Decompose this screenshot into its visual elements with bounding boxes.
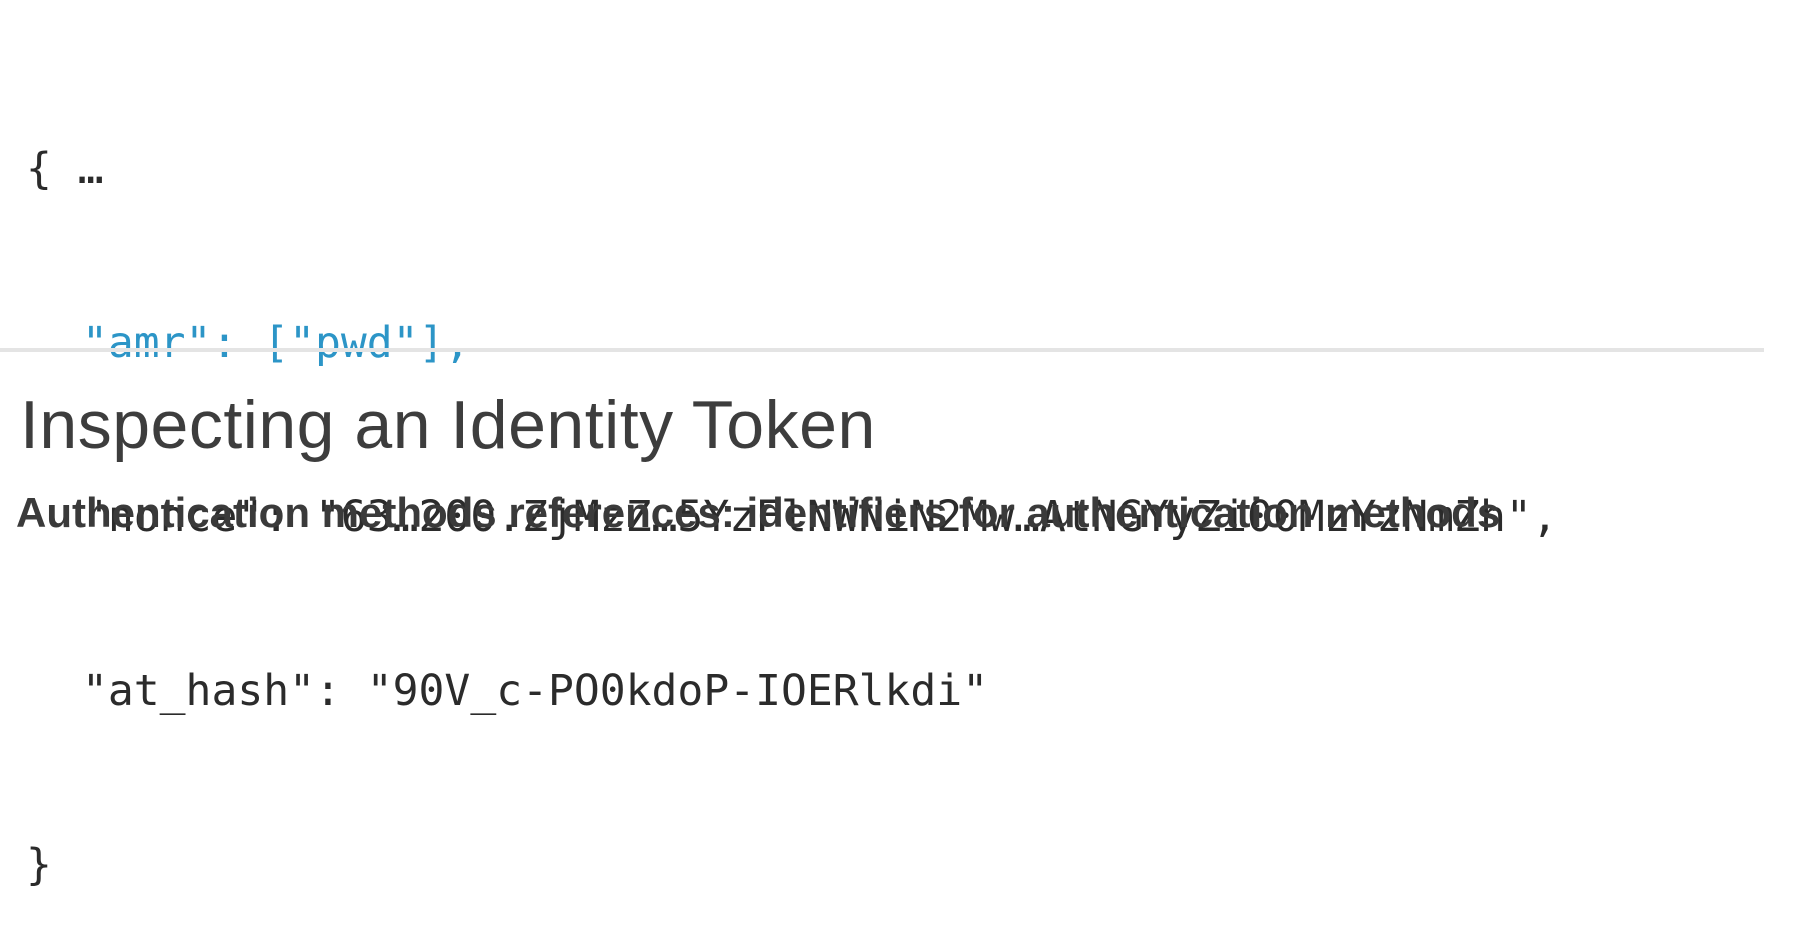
section-divider: [0, 348, 1764, 352]
slide-title: Inspecting an Identity Token: [20, 387, 876, 463]
slide-subtitle: Authentication methods references: ident…: [16, 489, 1501, 536]
code-line-amr: "amr": ["pwd"],: [82, 318, 471, 368]
code-line-at-hash: "at_hash": "90V_c-PO0kdoP-IOERlkdi": [82, 666, 989, 716]
code-line-open: { …: [26, 144, 104, 194]
code-line-close: }: [26, 840, 52, 890]
